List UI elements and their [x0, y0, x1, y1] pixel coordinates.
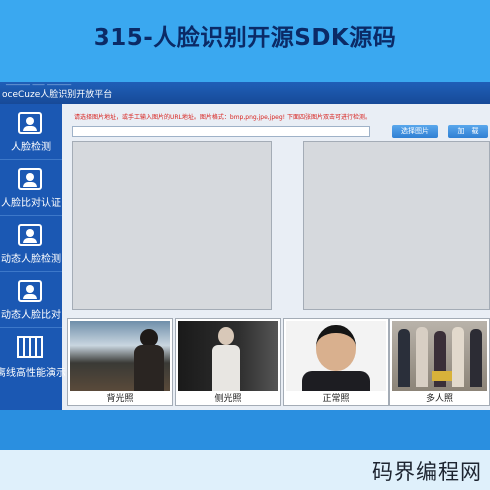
thumbnail-caption: 侧光照: [214, 394, 242, 404]
thumbnail-backlight[interactable]: 背光照: [67, 318, 173, 406]
banner-title: 315-人脸识别开源SDK源码: [93, 25, 397, 51]
sidebar-item-label: 动态人脸比对: [1, 310, 61, 321]
image-path-input[interactable]: [72, 126, 370, 137]
window-title: oceCuze人脸识别开放平台: [2, 90, 113, 100]
banner: 315-人脸识别开源SDK源码: [0, 0, 490, 82]
window-faint-text: ______ ___ ______: [6, 76, 72, 85]
sidebar-item-dynamic-compare[interactable]: 动态人脸比对: [0, 272, 62, 328]
normal-photo: [286, 321, 386, 391]
instruction-text: 请选择图片地址，或手工输入图片的URL地址。图片格式：bmp,png,jpe,j…: [74, 114, 371, 121]
load-button[interactable]: 加 载: [448, 125, 488, 138]
window-titlebar: ______ ___ ______ oceCuze人脸识别开放平台: [0, 76, 490, 104]
blue-band: [0, 410, 490, 450]
sidebar-item-offline-demo[interactable]: 离线高性能演示: [0, 328, 66, 383]
face-detect-icon: [18, 112, 42, 134]
sidelight-photo: [178, 321, 278, 391]
thumbnail-normal[interactable]: 正常照: [283, 318, 389, 406]
sidebar-item-label: 离线高性能演示: [0, 368, 66, 379]
dynamic-face-icon: [18, 224, 42, 246]
app-window: ______ ___ ______ oceCuze人脸识别开放平台 人脸检测 人…: [0, 76, 490, 410]
watermark-text: 码界编程网: [372, 460, 482, 484]
preview-panel-right: [303, 141, 490, 310]
film-icon: [17, 336, 43, 358]
backlight-photo: [70, 321, 170, 391]
sidebar-item-dynamic-face[interactable]: 动态人脸检测: [0, 216, 62, 272]
thumbnail-sidelight[interactable]: 侧光照: [175, 318, 281, 406]
sidebar: 人脸检测 人脸比对认证 动态人脸检测 动态人脸比对 离线高性能演示: [0, 104, 66, 410]
sidebar-item-face-compare[interactable]: 人脸比对认证: [0, 160, 62, 216]
select-image-button[interactable]: 选择图片: [392, 125, 438, 138]
sidebar-item-label: 人脸检测: [11, 142, 51, 153]
group-photo: [392, 321, 487, 391]
footer: 码界编程网: [0, 450, 490, 490]
thumbnail-caption: 正常照: [322, 394, 350, 404]
thumbnail-caption: 多人照: [425, 394, 453, 404]
sidebar-item-label: 人脸比对认证: [1, 198, 61, 209]
dynamic-compare-icon: [18, 280, 42, 302]
face-compare-icon: [18, 168, 42, 190]
preview-panel-left: [72, 141, 272, 310]
thumbnail-caption: 背光照: [106, 394, 134, 404]
thumbnail-group[interactable]: 多人照: [389, 318, 490, 406]
sidebar-item-label: 动态人脸检测: [1, 254, 61, 265]
sidebar-item-face-detect[interactable]: 人脸检测: [0, 104, 62, 160]
